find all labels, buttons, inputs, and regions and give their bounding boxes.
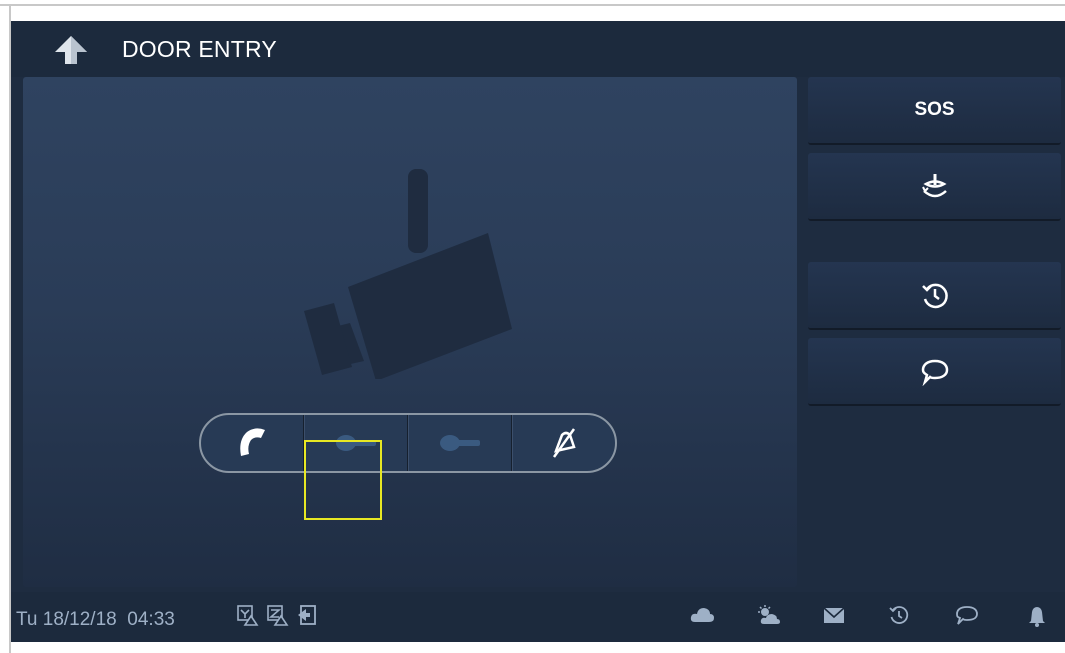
video-view [23,77,797,587]
unlock-door-1-button[interactable] [305,415,407,471]
history-button[interactable] [808,262,1061,330]
mail-icon [822,604,846,626]
weather-icon [756,604,782,626]
chat-bubble-icon [921,359,948,386]
security-alarm-icon-1 [237,604,259,626]
camera-icon [304,169,512,379]
sos-button[interactable]: SOS [808,77,1061,145]
time-text: 04:33 [127,609,175,630]
date-text: Tu 18/12/18 [16,609,117,630]
back-arrow-icon [55,36,87,64]
message-button[interactable] [808,338,1061,406]
bell-icon [1027,604,1047,628]
key-icon [336,435,376,451]
sos-label: SOS [914,99,955,120]
key-icon [440,435,480,451]
door-status-icon [297,604,319,626]
surveillance-icon [921,174,947,198]
handset-icon [240,428,265,456]
bell-muted-icon [552,428,576,458]
window-frame-top [0,4,1065,6]
door-entry-screen: DOOR ENTRY SOS Tu 18/12/18 04:33 [11,21,1065,642]
message-status-icon [954,604,980,626]
answer-call-button[interactable] [201,415,303,471]
title-bar: DOOR ENTRY [11,21,1065,77]
date-time: Tu 18/12/18 04:33 [16,609,175,631]
surveillance-button[interactable] [808,153,1061,221]
back-button[interactable] [51,34,91,66]
unlock-door-2-button[interactable] [409,415,511,471]
history-icon [921,283,948,309]
status-bar: Tu 18/12/18 04:33 [11,592,1065,642]
history-status-icon [888,604,910,626]
call-control-bar [199,413,617,473]
mute-ringer-button[interactable] [513,415,615,471]
security-alarm-icon-2 [267,604,289,626]
page-title: DOOR ENTRY [122,36,277,62]
cloud-icon [689,604,715,626]
